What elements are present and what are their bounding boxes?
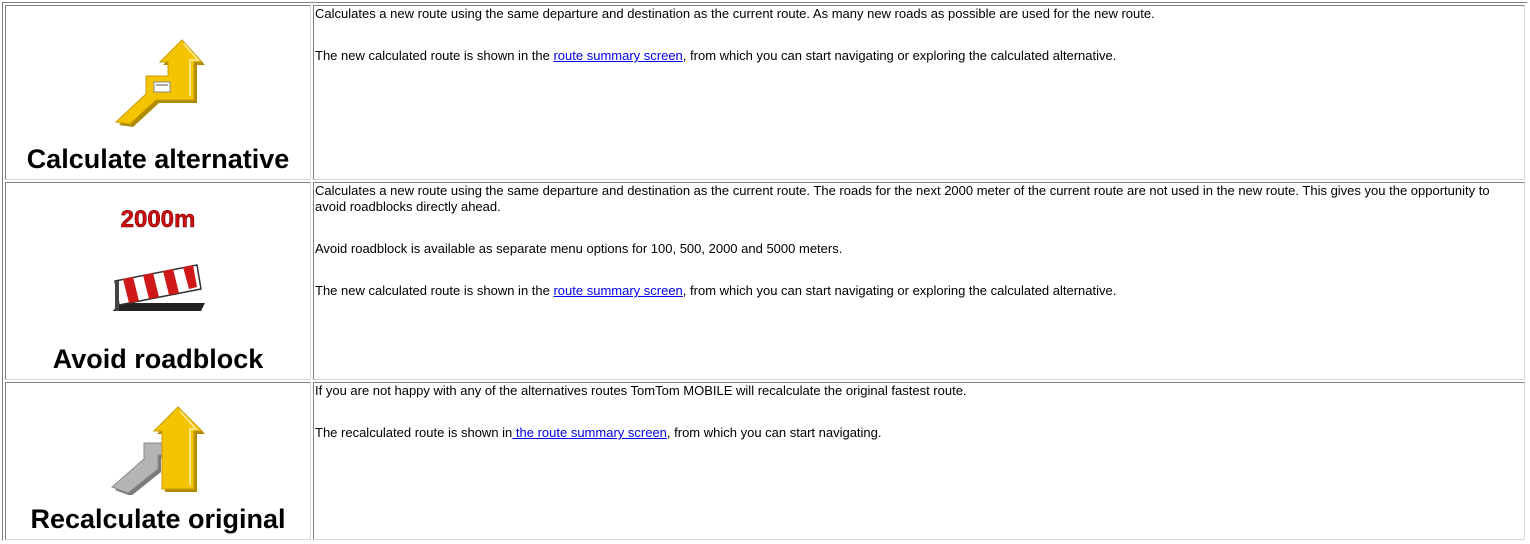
description-paragraph: The recalculated route is shown in the r… <box>315 425 1524 441</box>
paragraph-text: , from which you can start navigating or… <box>682 48 1117 63</box>
option-button-recalculate-original[interactable]: Recalculate original <box>5 382 311 540</box>
paragraph-text: , from which you can start navigating or… <box>682 283 1117 298</box>
description-paragraph: Avoid roadblock is available as separate… <box>315 241 843 256</box>
option-button-calculate-alternative[interactable]: Calculate alternative <box>5 5 311 180</box>
options-table: Calculate alternative Calculates a new r… <box>2 2 1528 541</box>
paragraph-text: The recalculated route is shown in <box>315 425 513 440</box>
paragraph-text: , from which you can start navigating. <box>666 425 882 440</box>
paragraph-text: The new calculated route is shown in the <box>315 283 554 298</box>
description-paragraph: If you are not happy with any of the alt… <box>315 383 967 398</box>
description-paragraph: Calculates a new route using the same de… <box>315 183 1490 214</box>
paragraph-text: The new calculated route is shown in the <box>315 48 554 63</box>
route-summary-link[interactable]: route summary screen <box>553 283 682 298</box>
description-paragraph: The new calculated route is shown in the… <box>315 48 1524 64</box>
option-description: Calculates a new route using the same de… <box>313 5 1525 180</box>
description-paragraph: Calculates a new route using the same de… <box>315 6 1155 21</box>
route-summary-link[interactable]: route summary screen <box>553 48 682 63</box>
description-paragraph: The new calculated route is shown in the… <box>315 283 1524 299</box>
calculate-alternative-icon <box>114 39 205 127</box>
route-summary-link[interactable]: the route summary screen <box>512 425 667 440</box>
roadblock-icon: 2000m <box>113 206 205 311</box>
recalculate-original-icon <box>111 406 205 495</box>
option-label: Avoid roadblock <box>52 344 264 374</box>
table-row: Calculate alternative Calculates a new r… <box>5 5 1525 180</box>
distance-label: 2000m <box>121 206 196 233</box>
option-label: Calculate alternative <box>26 144 290 174</box>
option-description: Calculates a new route using the same de… <box>313 182 1525 380</box>
option-description: If you are not happy with any of the alt… <box>313 382 1525 540</box>
option-label: Recalculate original <box>30 504 286 534</box>
option-button-avoid-roadblock[interactable]: 2000m Avoid roadblock <box>5 182 311 380</box>
table-row: Recalculate original If you are not happ… <box>5 382 1525 540</box>
table-row: 2000m Avoid roadblock Calculates a new r… <box>5 182 1525 380</box>
